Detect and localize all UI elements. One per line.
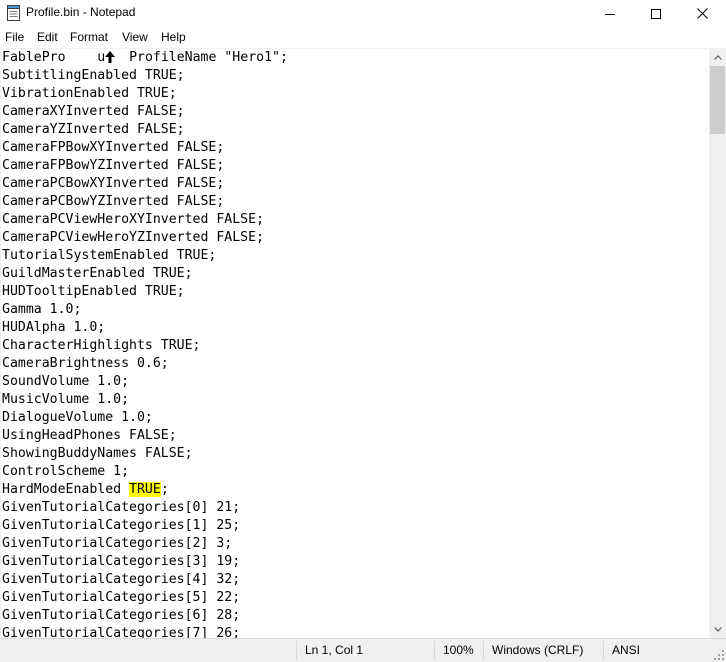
editor-line: CharacterHighlights TRUE; [2, 338, 201, 353]
maximize-button[interactable] [633, 0, 679, 27]
status-divider [603, 641, 604, 660]
editor-line: CameraFPBowYZInverted FALSE; [2, 158, 225, 173]
menu-format[interactable]: Format [69, 30, 109, 44]
minimize-button[interactable] [587, 0, 633, 27]
line-text: FablePro u [2, 50, 106, 65]
chevron-up-icon [713, 55, 722, 60]
editor-line: MusicVolume 1.0; [2, 392, 130, 407]
editor-line: HUDAlpha 1.0; [2, 320, 106, 335]
title-bar[interactable]: Profile.bin - Notepad [0, 0, 726, 27]
editor-line: UsingHeadPhones FALSE; [2, 428, 177, 443]
window-title: Profile.bin - Notepad [26, 5, 136, 19]
editor-line: GivenTutorialCategories[5] 22; [2, 590, 241, 605]
line-text: ProfileName "Hero1"; [113, 50, 288, 65]
editor-line: DialogueVolume 1.0; [2, 410, 153, 425]
editor-line: GivenTutorialCategories[2] 3; [2, 536, 233, 551]
line-ending: Windows (CRLF) [492, 643, 584, 657]
notepad-icon [7, 5, 20, 21]
editor-line: GivenTutorialCategories[6] 28; [2, 608, 241, 623]
editor-line: ShowingBuddyNames FALSE; [2, 446, 193, 461]
notepad-window: Profile.bin - Notepad File Edit Format V… [0, 0, 726, 662]
menu-help[interactable]: Help [160, 30, 187, 44]
editor-content: FablePro u ProfileName "Hero1"; Subtitli… [2, 49, 288, 638]
editor-line: GuildMasterEnabled TRUE; [2, 266, 193, 281]
resize-grip-icon[interactable] [714, 650, 724, 660]
menu-view[interactable]: View [121, 30, 149, 44]
vertical-scrollbar[interactable] [709, 49, 726, 638]
status-divider [296, 641, 297, 660]
editor-line: CameraPCViewHeroXYInverted FALSE; [2, 212, 265, 227]
minimize-icon [605, 13, 615, 15]
scroll-down-button[interactable] [709, 621, 726, 638]
text-editor[interactable]: FablePro u ProfileName "Hero1"; Subtitli… [0, 49, 709, 638]
editor-line: GivenTutorialCategories[4] 32; [2, 572, 241, 587]
scroll-up-button[interactable] [709, 49, 726, 66]
editor-line: GivenTutorialCategories[3] 19; [2, 554, 241, 569]
status-divider [434, 641, 435, 660]
close-button[interactable] [679, 0, 725, 27]
editor-line: Gamma 1.0; [2, 302, 82, 317]
editor-line: SoundVolume 1.0; [2, 374, 130, 389]
menu-file[interactable]: File [4, 30, 25, 44]
editor-line: ControlScheme 1; [2, 464, 130, 479]
encoding: ANSI [612, 643, 641, 657]
editor-line: CameraPCBowXYInverted FALSE; [2, 176, 225, 191]
editor-line: GivenTutorialCategories[1] 25; [2, 518, 241, 533]
editor-line: CameraBrightness 0.6; [2, 356, 169, 371]
status-divider [483, 641, 484, 660]
scrollbar-thumb[interactable] [710, 66, 725, 134]
editor-line: CameraPCViewHeroYZInverted FALSE; [2, 230, 265, 245]
editor-line-highlighted: HardModeEnabled TRUE; [2, 481, 288, 499]
line-text: ; [160, 482, 169, 497]
zoom-level: 100% [443, 643, 474, 657]
editor-line: HUDTooltipEnabled TRUE; [2, 284, 185, 299]
cursor-position: Ln 1, Col 1 [305, 643, 364, 657]
editor-line: FablePro u ProfileName "Hero1"; [2, 49, 288, 67]
editor-line: VibrationEnabled TRUE; [2, 86, 177, 101]
status-bar: Ln 1, Col 1 100% Windows (CRLF) ANSI [0, 638, 726, 662]
highlighted-text: TRUE [129, 482, 161, 497]
editor-line: GivenTutorialCategories[0] 21; [2, 500, 241, 515]
editor-line: SubtitlingEnabled TRUE; [2, 68, 185, 83]
editor-line: CameraYZInverted FALSE; [2, 122, 185, 137]
editor-line: TutorialSystemEnabled TRUE; [2, 248, 217, 263]
menu-bar: File Edit Format View Help [0, 28, 726, 48]
line-text: HardModeEnabled [2, 482, 130, 497]
menu-edit[interactable]: Edit [36, 30, 59, 44]
maximize-icon [651, 8, 661, 19]
editor-line: GivenTutorialCategories[7] 26; [2, 626, 241, 638]
chevron-down-icon [713, 627, 722, 632]
editor-line: CameraPCBowYZInverted FALSE; [2, 194, 225, 209]
editor-line: CameraXYInverted FALSE; [2, 104, 185, 119]
editor-line: CameraFPBowXYInverted FALSE; [2, 140, 225, 155]
close-icon [696, 8, 708, 19]
